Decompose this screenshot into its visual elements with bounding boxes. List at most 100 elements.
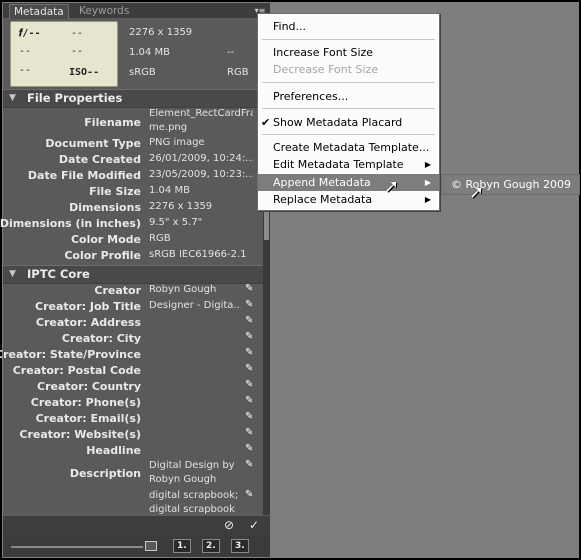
workspace-button-3[interactable]: 3. <box>231 539 249 553</box>
submenu-arrow-icon: ▶ <box>424 195 431 204</box>
placard-value: -- <box>19 46 32 57</box>
metadata-row[interactable]: Headline ✎ <box>3 443 261 459</box>
menu-item-show-placard[interactable]: ✔ Show Metadata Placard <box>258 114 439 131</box>
field-value[interactable]: Digital Design by <box>149 460 253 471</box>
field-value: 26/01/2009, 10:24:... <box>149 153 253 164</box>
metadata-row[interactable]: Creator: City ✎ <box>3 331 261 347</box>
field-value: 1.04 MB <box>149 185 190 196</box>
pencil-icon[interactable]: ✎ <box>245 489 253 500</box>
field-label: Date File Modified <box>27 169 141 182</box>
menu-label: Append Metadata <box>273 176 371 189</box>
field-value: me.png <box>149 122 188 133</box>
cancel-icon[interactable]: ⊘ <box>221 518 237 532</box>
field-label: Document Type <box>45 137 141 150</box>
menu-item-create-template[interactable]: Create Metadata Template... <box>258 139 439 156</box>
menu-label: Find... <box>273 20 307 33</box>
metadata-row[interactable]: Creator: Phone(s) ✎ <box>3 395 261 411</box>
metadata-row: Color Profile sRGB IEC61966-2.1 <box>3 248 261 264</box>
mouse-cursor-icon: ➚ <box>384 176 400 197</box>
pencil-icon[interactable]: ✎ <box>245 395 253 406</box>
metadata-row[interactable]: Creator: Country ✎ <box>3 379 261 395</box>
shutter-value: -- <box>71 28 84 39</box>
aperture-value: 𝒇/-- <box>19 28 41 39</box>
section-file-properties[interactable]: ▼ File Properties <box>3 89 263 108</box>
section-title: File Properties <box>27 91 123 105</box>
field-label: Headline <box>86 444 141 457</box>
field-value: Element_RectCardFra <box>149 108 253 119</box>
disclosure-triangle-icon[interactable]: ▼ <box>9 269 16 279</box>
field-label: Creator: State/Province <box>0 348 141 361</box>
pencil-icon[interactable]: ✎ <box>245 299 253 310</box>
metadata-row[interactable]: digital scrapbook; digital scrapbook ✎ <box>3 489 261 517</box>
metadata-row: Date Created 26/01/2009, 10:24:... <box>3 152 261 168</box>
color-space: sRGB <box>129 67 156 78</box>
apply-checkmark-icon[interactable]: ✓ <box>246 518 262 532</box>
menu-item-append-metadata[interactable]: Append Metadata ▶ <box>258 174 439 191</box>
disclosure-triangle-icon[interactable]: ▼ <box>9 93 16 103</box>
workspace-button-2[interactable]: 2. <box>202 539 220 553</box>
placard-value: -- <box>19 65 32 76</box>
placard-value: -- <box>227 47 235 58</box>
tab-keywords[interactable]: Keywords <box>75 4 133 18</box>
menu-label: Edit Metadata Template <box>273 158 404 171</box>
slider-handle[interactable] <box>145 541 157 551</box>
tab-metadata[interactable]: Metadata <box>9 4 69 19</box>
metadata-panel: Metadata Keywords ▾≡ 𝒇/-- -- -- -- -- IS… <box>0 3 270 557</box>
pencil-icon[interactable]: ✎ <box>245 427 253 438</box>
metadata-row[interactable]: Creator: Address ✎ <box>3 315 261 331</box>
metadata-row[interactable]: Creator: Website(s) ✎ <box>3 427 261 443</box>
pencil-icon[interactable]: ✎ <box>245 459 253 470</box>
append-metadata-submenu: © Robyn Gough 2009 <box>441 174 580 195</box>
metadata-row[interactable]: Creator: Job Title Designer - Digita... … <box>3 299 261 315</box>
menu-item-increase-font[interactable]: Increase Font Size <box>258 44 439 61</box>
pencil-icon[interactable]: ✎ <box>245 331 253 342</box>
field-label: Date Created <box>58 153 141 166</box>
metadata-row[interactable]: Creator Robyn Gough ✎ <box>3 283 261 299</box>
submenu-arrow-icon: ▶ <box>424 160 431 169</box>
field-value[interactable]: digital scrapbook <box>149 504 253 515</box>
field-label: Color Profile <box>64 249 141 262</box>
menu-item-replace-metadata[interactable]: Replace Metadata ▶ <box>258 191 439 208</box>
footer-bar: 1. 2. 3. <box>3 535 270 557</box>
field-label: Filename <box>84 116 141 129</box>
pencil-icon[interactable]: ✎ <box>245 443 253 454</box>
pencil-icon[interactable]: ✎ <box>245 379 253 390</box>
metadata-row: Filename Element_RectCardFra me.png <box>3 108 261 138</box>
field-value[interactable]: Robyn Gough <box>149 474 253 485</box>
panel-tab-bar: Metadata Keywords ▾≡ <box>3 3 270 19</box>
mouse-cursor-icon: ➚ <box>469 182 485 203</box>
workspace-button-1[interactable]: 1. <box>173 539 191 553</box>
section-iptc-core[interactable]: ▼ IPTC Core <box>3 265 263 284</box>
metadata-row[interactable]: Creator: Email(s) ✎ <box>3 411 261 427</box>
menu-item-preferences[interactable]: Preferences... <box>258 88 439 105</box>
iso-value: ISO-- <box>69 67 100 78</box>
field-label: File Size <box>89 185 141 198</box>
field-value[interactable]: Robyn Gough <box>149 284 253 295</box>
menu-item-edit-template[interactable]: Edit Metadata Template ▶ <box>258 156 439 173</box>
field-label: Creator: Postal Code <box>12 364 141 377</box>
menu-label: Increase Font Size <box>273 46 374 59</box>
menu-label: Decrease Font Size <box>273 63 379 76</box>
menu-label: Preferences... <box>273 90 349 103</box>
metadata-row[interactable]: Creator: Postal Code ✎ <box>3 363 261 379</box>
field-label: Creator: Job Title <box>35 300 141 313</box>
metadata-row[interactable]: Creator: State/Province ✎ <box>0 347 261 363</box>
submenu-item-template[interactable]: © Robyn Gough 2009 <box>442 175 579 194</box>
field-value: PNG image <box>149 137 205 148</box>
menu-item-find[interactable]: Find... <box>258 18 439 35</box>
field-value[interactable]: Designer - Digita... <box>149 300 241 311</box>
pencil-icon[interactable]: ✎ <box>245 283 253 294</box>
pencil-icon[interactable]: ✎ <box>245 347 253 358</box>
thumbnail-size-slider[interactable] <box>11 546 143 548</box>
pencil-icon[interactable]: ✎ <box>245 363 253 374</box>
menu-label: Show Metadata Placard <box>273 116 403 129</box>
metadata-row: File Size 1.04 MB <box>3 184 261 200</box>
pencil-icon[interactable]: ✎ <box>245 315 253 326</box>
menu-label: Create Metadata Template... <box>273 141 430 154</box>
field-label: Dimensions <box>69 201 141 214</box>
submenu-arrow-icon: ▶ <box>424 178 431 187</box>
pencil-icon[interactable]: ✎ <box>245 411 253 422</box>
metadata-row[interactable]: Description Digital Design by Robyn Goug… <box>3 459 261 489</box>
field-value[interactable]: digital scrapbook; <box>149 490 253 501</box>
metadata-row: Document Type PNG image <box>3 136 261 152</box>
